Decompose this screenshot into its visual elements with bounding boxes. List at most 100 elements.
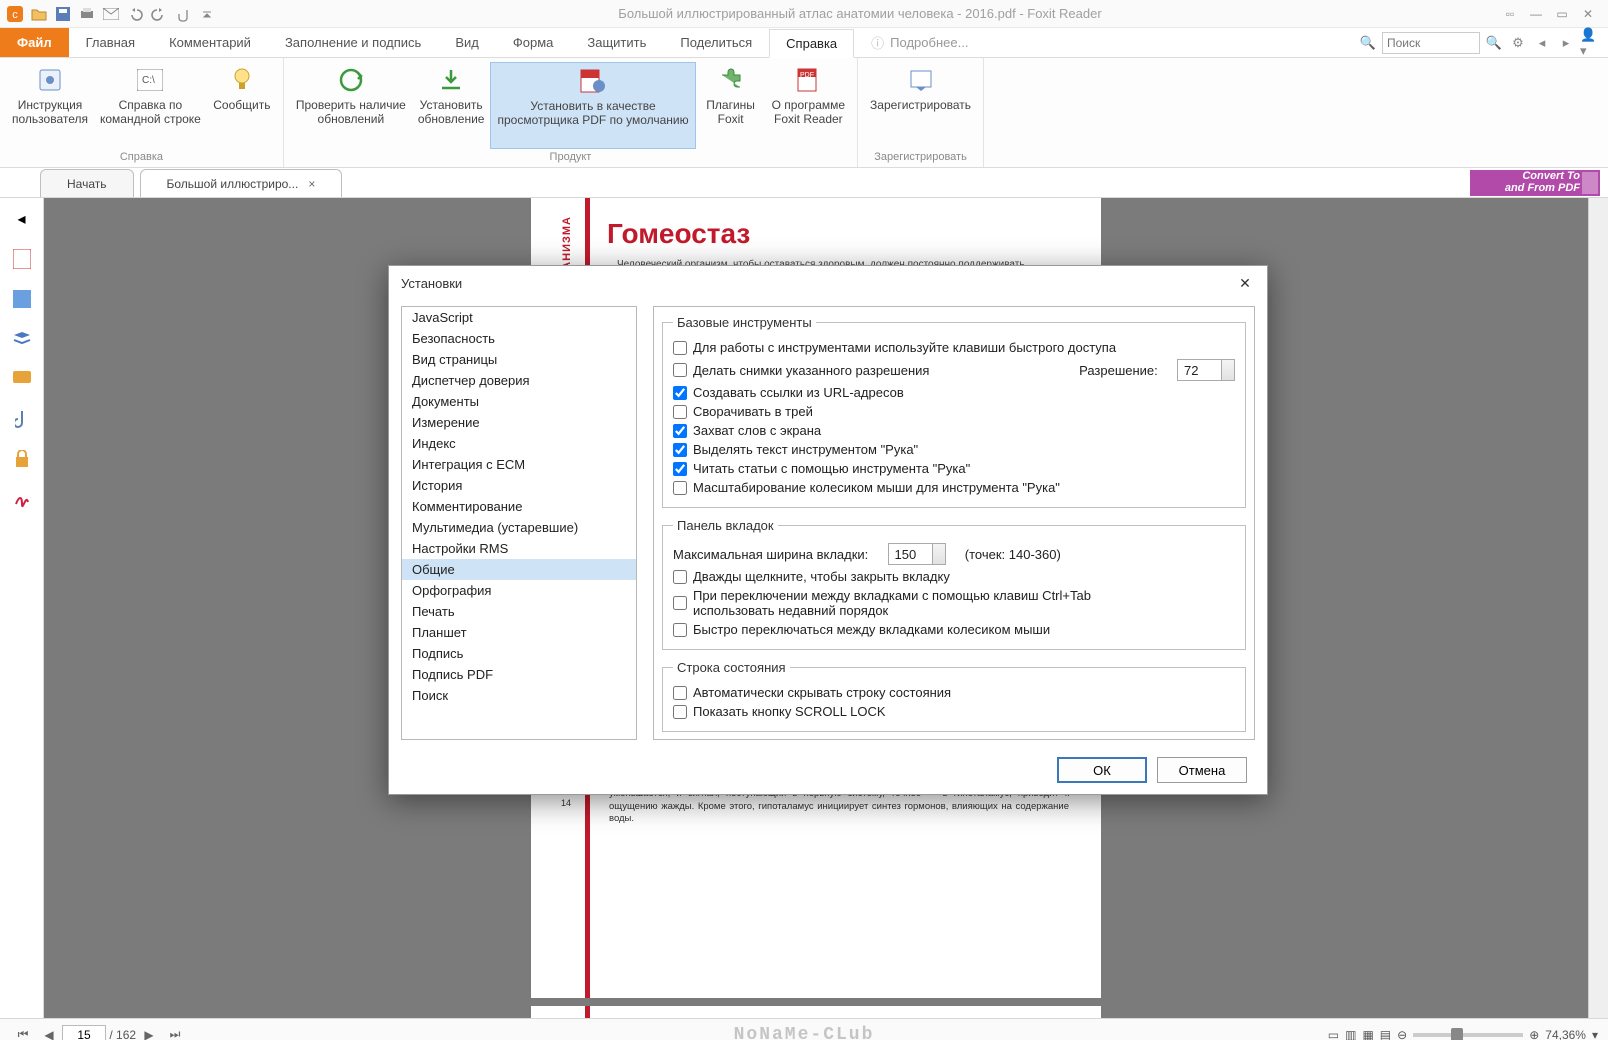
ok-button[interactable]: ОК bbox=[1057, 757, 1147, 783]
plugins-button[interactable]: Плагины Foxit bbox=[696, 62, 766, 149]
bookmarks-panel-icon[interactable] bbox=[11, 288, 33, 310]
find-icon[interactable]: 🔍 bbox=[1358, 33, 1378, 53]
tab-home[interactable]: Главная bbox=[69, 28, 152, 57]
chk-autohide[interactable] bbox=[673, 686, 687, 700]
cat-security[interactable]: Безопасность bbox=[402, 328, 636, 349]
chk-handselect[interactable] bbox=[673, 443, 687, 457]
minimize-icon[interactable]: — bbox=[1528, 7, 1544, 21]
undo-icon[interactable] bbox=[124, 3, 146, 25]
chk-wheeltabs[interactable] bbox=[673, 623, 687, 637]
chk-handzoom[interactable] bbox=[673, 481, 687, 495]
category-list[interactable]: JavaScript Безопасность Вид страницы Дис… bbox=[401, 306, 637, 740]
prev-page-icon[interactable]: ◀ bbox=[36, 1024, 62, 1040]
nav-collapse-icon[interactable]: ◂ bbox=[11, 208, 33, 230]
chk-scrolllock[interactable] bbox=[673, 705, 687, 719]
open-icon[interactable] bbox=[28, 3, 50, 25]
tab-comment[interactable]: Комментарий bbox=[152, 28, 268, 57]
last-page-icon[interactable]: ⏭ bbox=[162, 1024, 188, 1040]
settings-gear-icon[interactable]: ⚙ bbox=[1508, 33, 1528, 53]
ribbon-toggle-icon[interactable]: ▫▫ bbox=[1502, 7, 1518, 21]
view-facing-icon[interactable]: ▦ bbox=[1362, 1028, 1373, 1040]
maxwidth-field[interactable]: 150 bbox=[888, 543, 946, 565]
chk-capture[interactable] bbox=[673, 424, 687, 438]
chk-ctrltab[interactable] bbox=[673, 596, 687, 610]
mail-icon[interactable] bbox=[100, 3, 122, 25]
cat-rms[interactable]: Настройки RMS bbox=[402, 538, 636, 559]
tab-view[interactable]: Вид bbox=[438, 28, 496, 57]
view-cover-icon[interactable]: ▤ bbox=[1380, 1028, 1391, 1040]
cat-multimedia[interactable]: Мультимедиа (устаревшие) bbox=[402, 517, 636, 538]
about-button[interactable]: PDFО программе Foxit Reader bbox=[766, 62, 851, 149]
start-tab[interactable]: Начать bbox=[40, 169, 134, 197]
cat-javascript[interactable]: JavaScript bbox=[402, 307, 636, 328]
zoom-slider[interactable] bbox=[1413, 1033, 1523, 1037]
cat-tablet[interactable]: Планшет bbox=[402, 622, 636, 643]
cat-comment[interactable]: Комментирование bbox=[402, 496, 636, 517]
cmd-help-button[interactable]: C:\Справка по командной строке bbox=[94, 62, 207, 149]
cat-search[interactable]: Поиск bbox=[402, 685, 636, 706]
register-button[interactable]: Зарегистрировать bbox=[864, 62, 977, 149]
hand-icon[interactable] bbox=[172, 3, 194, 25]
tab-fillsign[interactable]: Заполнение и подпись bbox=[268, 28, 438, 57]
close-window-icon[interactable]: ✕ bbox=[1580, 7, 1596, 21]
cat-general[interactable]: Общие bbox=[402, 559, 636, 580]
user-guide-button[interactable]: Инструкция пользователя bbox=[6, 62, 94, 149]
install-update-button[interactable]: Установить обновление bbox=[412, 62, 491, 149]
next-page-icon[interactable]: ▶ bbox=[136, 1024, 162, 1040]
cancel-button[interactable]: Отмена bbox=[1157, 757, 1247, 783]
maximize-icon[interactable]: ▭ bbox=[1554, 7, 1570, 21]
resolution-field[interactable]: 72 bbox=[1177, 359, 1235, 381]
view-single-icon[interactable]: ▭ bbox=[1328, 1028, 1339, 1040]
cat-index[interactable]: Индекс bbox=[402, 433, 636, 454]
cat-spelling[interactable]: Орфография bbox=[402, 580, 636, 601]
chk-snapshots[interactable] bbox=[673, 363, 687, 377]
attachments-panel-icon[interactable] bbox=[11, 408, 33, 430]
tab-more[interactable]: ⓘ Подробнее... bbox=[854, 28, 985, 57]
user-icon[interactable]: 👤▾ bbox=[1580, 33, 1600, 53]
cat-print[interactable]: Печать bbox=[402, 601, 636, 622]
qat-more-icon[interactable] bbox=[196, 3, 218, 25]
report-button[interactable]: Сообщить bbox=[207, 62, 277, 149]
cat-measure[interactable]: Измерение bbox=[402, 412, 636, 433]
zoom-dropdown-icon[interactable]: ▾ bbox=[1592, 1028, 1598, 1040]
cat-pdfsign[interactable]: Подпись PDF bbox=[402, 664, 636, 685]
set-default-button[interactable]: Установить в качестве просмотрщика PDF п… bbox=[490, 62, 695, 149]
signatures-panel-icon[interactable] bbox=[11, 488, 33, 510]
first-page-icon[interactable]: ⏮ bbox=[10, 1024, 36, 1040]
chk-dblclose[interactable] bbox=[673, 570, 687, 584]
cat-signature[interactable]: Подпись bbox=[402, 643, 636, 664]
save-icon[interactable] bbox=[52, 3, 74, 25]
cat-ecm[interactable]: Интеграция с ECM bbox=[402, 454, 636, 475]
chk-urllinks[interactable] bbox=[673, 386, 687, 400]
tab-share[interactable]: Поделиться bbox=[663, 28, 769, 57]
zoom-thumb[interactable] bbox=[1451, 1028, 1463, 1040]
tab-form[interactable]: Форма bbox=[496, 28, 571, 57]
cat-documents[interactable]: Документы bbox=[402, 391, 636, 412]
layers-panel-icon[interactable] bbox=[11, 328, 33, 350]
check-updates-button[interactable]: Проверить наличие обновлений bbox=[290, 62, 412, 149]
dialog-close-icon[interactable]: ✕ bbox=[1235, 275, 1255, 292]
redo-icon[interactable] bbox=[148, 3, 170, 25]
document-tab[interactable]: Большой иллюстриро... × bbox=[140, 169, 343, 197]
comments-panel-icon[interactable] bbox=[11, 368, 33, 390]
tab-file[interactable]: Файл bbox=[0, 28, 69, 57]
nav-next-icon[interactable]: ▸ bbox=[1556, 33, 1576, 53]
print-icon[interactable] bbox=[76, 3, 98, 25]
chk-tray[interactable] bbox=[673, 405, 687, 419]
app-icon[interactable]: c bbox=[4, 3, 26, 25]
vertical-scrollbar[interactable] bbox=[1588, 198, 1608, 1018]
close-tab-icon[interactable]: × bbox=[308, 177, 315, 191]
search-input[interactable] bbox=[1382, 32, 1480, 54]
pages-panel-icon[interactable] bbox=[11, 248, 33, 270]
chk-hotkeys[interactable] bbox=[673, 341, 687, 355]
search-go-icon[interactable]: 🔍 bbox=[1484, 33, 1504, 53]
chk-handarticles[interactable] bbox=[673, 462, 687, 476]
zoom-out-icon[interactable]: ⊖ bbox=[1397, 1028, 1407, 1040]
zoom-in-icon[interactable]: ⊕ bbox=[1529, 1028, 1539, 1040]
cat-pageview[interactable]: Вид страницы bbox=[402, 349, 636, 370]
convert-badge[interactable]: Convert To and From PDF bbox=[1470, 170, 1600, 196]
cat-history[interactable]: История bbox=[402, 475, 636, 496]
view-cont-icon[interactable]: ▥ bbox=[1345, 1028, 1356, 1040]
security-panel-icon[interactable] bbox=[11, 448, 33, 470]
nav-prev-icon[interactable]: ◂ bbox=[1532, 33, 1552, 53]
